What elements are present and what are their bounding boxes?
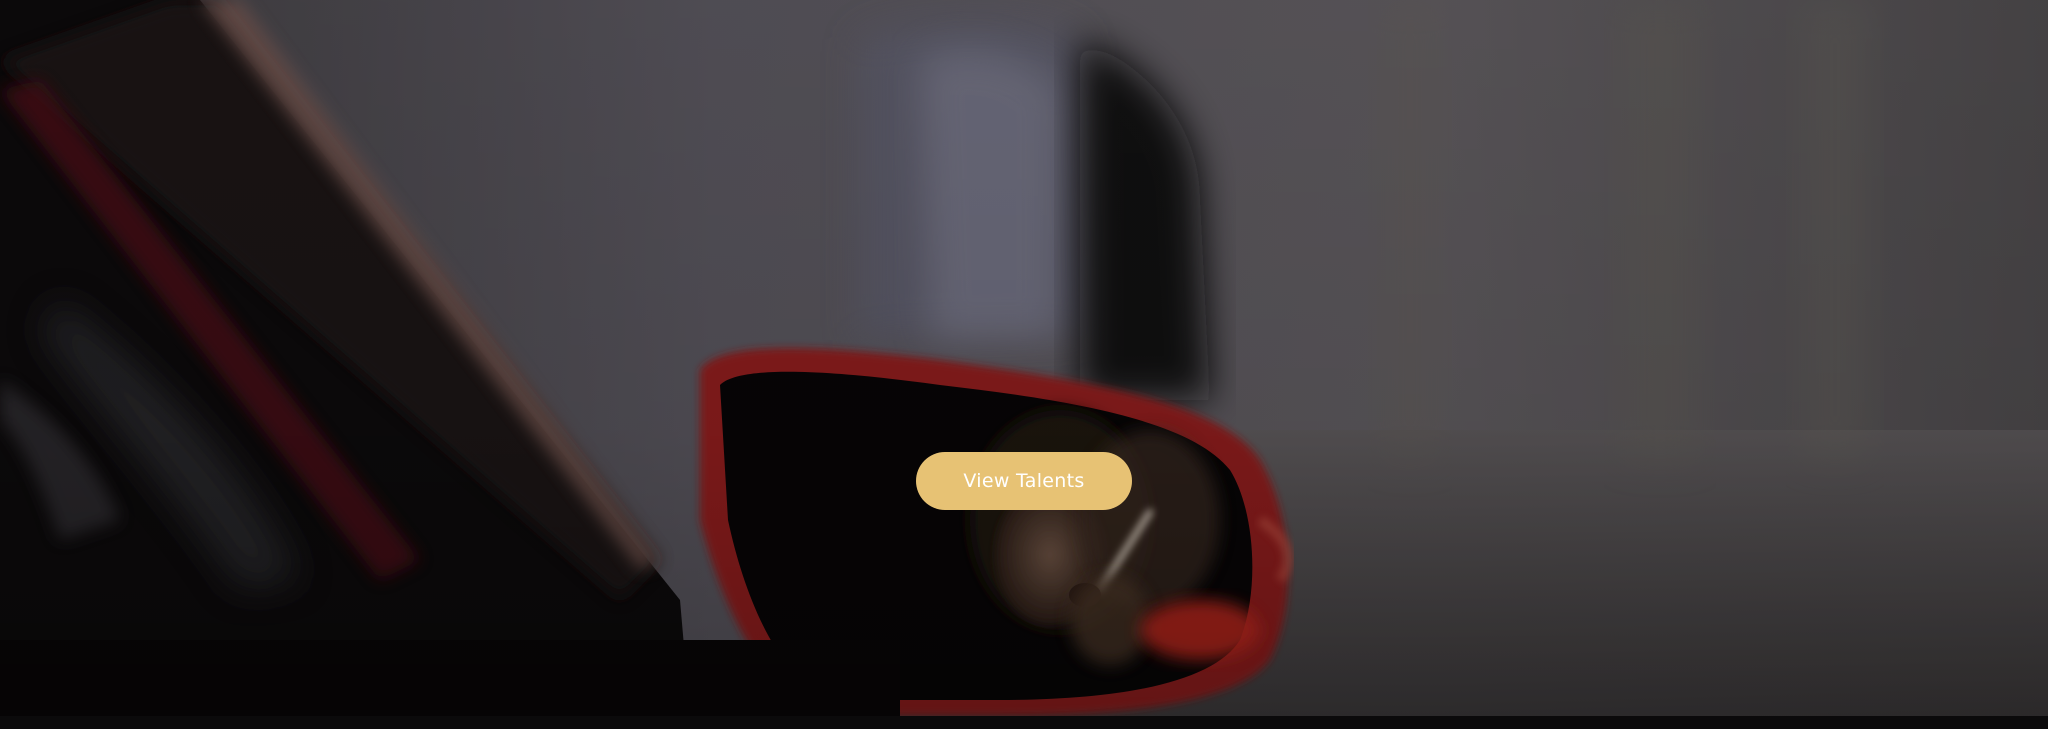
hero-video-section: View Talents [0,0,2048,716]
bottom-edge-bar [0,716,2048,729]
hero-background-image [0,0,2048,716]
view-talents-button[interactable]: View Talents [916,452,1132,510]
